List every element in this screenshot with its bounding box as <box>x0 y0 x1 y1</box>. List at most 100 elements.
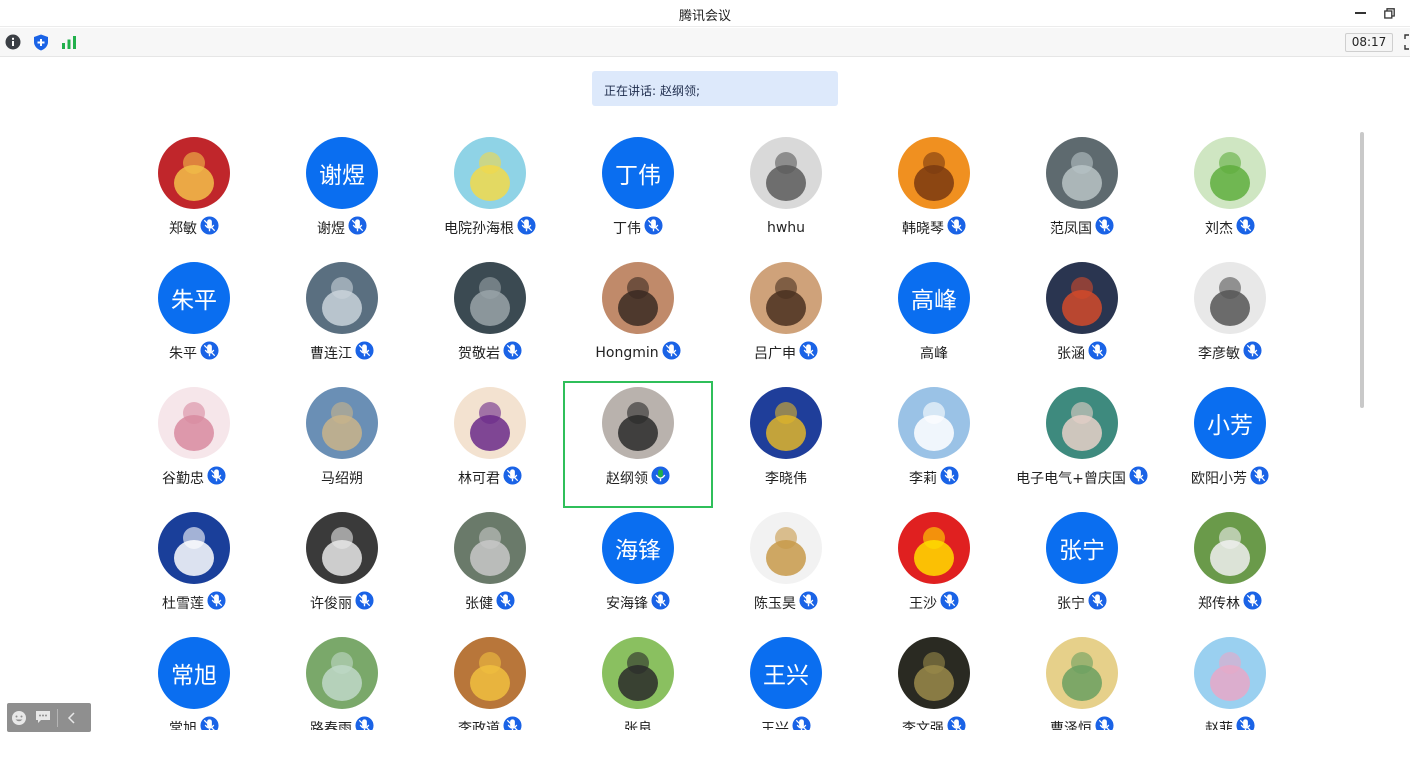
participant-name: 李政道 <box>458 721 500 730</box>
participant-tile[interactable]: 王兴 王兴 <box>712 632 860 730</box>
participant-tile[interactable]: 高峰 高峰 <box>860 257 1008 382</box>
participant-tile[interactable]: 张良 <box>564 632 712 730</box>
participant-name: hwhu <box>766 220 806 236</box>
participant-tile[interactable]: 常旭 常旭 <box>120 632 268 730</box>
participant-tile[interactable]: 贺敬岩 <box>416 257 564 382</box>
participant-tile[interactable]: 谷勤忠 <box>120 382 268 507</box>
participant-tile[interactable]: 丁伟 丁伟 <box>564 132 712 257</box>
fullscreen-button[interactable] <box>1404 34 1410 50</box>
mic-muted-icon <box>1095 215 1114 235</box>
participant-avatar <box>1046 137 1118 209</box>
mic-muted-icon <box>503 465 522 485</box>
avatar-photo-icon <box>750 512 822 584</box>
participant-tile[interactable]: 郑敏 <box>120 132 268 257</box>
emoji-icon <box>12 710 26 725</box>
participant-tile[interactable]: 韩晓琴 <box>860 132 1008 257</box>
participant-tile[interactable]: 朱平 朱平 <box>120 257 268 382</box>
participant-tile[interactable]: 李晓伟 <box>712 382 860 507</box>
participant-name-row: 安海锋 <box>564 590 712 613</box>
avatar-initials: 张宁 <box>1059 538 1105 564</box>
participant-name-row: 曹连江 <box>268 340 416 363</box>
participant-name: 张良 <box>624 721 652 730</box>
participant-tile[interactable]: 赵菲 <box>1156 632 1300 730</box>
participant-name-row: 张涵 <box>1008 340 1156 363</box>
participant-tile[interactable]: 曹连江 <box>268 257 416 382</box>
participant-tile[interactable]: 电院孙海根 <box>416 132 564 257</box>
avatar-photo-icon <box>1046 137 1118 209</box>
avatar-photo-icon <box>306 262 378 334</box>
avatar-photo-icon <box>1194 262 1266 334</box>
participant-name: 许俊丽 <box>310 596 352 612</box>
participant-tile[interactable]: 张宁 张宁 <box>1008 507 1156 632</box>
participant-tile[interactable]: 小芳 欧阳小芳 <box>1156 382 1300 507</box>
participant-tile[interactable]: 李政道 <box>416 632 564 730</box>
floating-controls <box>7 703 91 732</box>
participant-tile[interactable]: hwhu <box>712 132 860 257</box>
participant-name-row: hwhu <box>712 218 860 238</box>
participant-name-row: 马绍朔 <box>268 468 416 488</box>
participant-tile[interactable]: 林可君 <box>416 382 564 507</box>
participant-tile[interactable]: 李彦敏 <box>1156 257 1300 382</box>
participant-name: 曹连江 <box>310 346 352 362</box>
participant-avatar: 高峰 <box>898 262 970 334</box>
participant-name-row: 电子电气+曾庆国 <box>1008 465 1156 488</box>
avatar-photo-icon <box>1194 137 1266 209</box>
participant-tile[interactable]: 范凤国 <box>1008 132 1156 257</box>
participant-tile[interactable]: 陈玉昊 <box>712 507 860 632</box>
participant-avatar <box>454 387 526 459</box>
participant-name-row: 刘杰 <box>1156 215 1300 238</box>
participant-tile[interactable]: 谢煜 谢煜 <box>268 132 416 257</box>
shield-icon <box>34 34 48 50</box>
participant-tile[interactable]: 曹泽恒 <box>1008 632 1156 730</box>
collapse-button[interactable] <box>60 703 84 732</box>
participant-tile[interactable]: 电子电气+曾庆国 <box>1008 382 1156 507</box>
participant-tile[interactable]: 刘杰 <box>1156 132 1300 257</box>
reaction-button[interactable] <box>7 703 31 732</box>
participant-tile[interactable]: 许俊丽 <box>268 507 416 632</box>
participant-tile[interactable]: Hongmin <box>564 257 712 382</box>
participant-tile[interactable]: 路春雨 <box>268 632 416 730</box>
participant-name-row: 谢煜 <box>268 215 416 238</box>
chat-button[interactable] <box>31 703 55 732</box>
mic-muted-icon <box>940 590 959 610</box>
participant-tile[interactable]: 张健 <box>416 507 564 632</box>
avatar-photo-icon <box>1194 512 1266 584</box>
minimize-button[interactable] <box>1349 3 1371 23</box>
participant-avatar <box>898 637 970 709</box>
participant-tile[interactable]: 吕广申 <box>712 257 860 382</box>
participant-avatar <box>602 387 674 459</box>
participant-name-row: 杜雪莲 <box>120 590 268 613</box>
participant-avatar <box>306 387 378 459</box>
participant-name: 林可君 <box>458 471 500 487</box>
mic-muted-icon <box>1250 465 1269 485</box>
participant-avatar <box>1046 637 1118 709</box>
participant-avatar <box>454 512 526 584</box>
signal-icon <box>62 36 76 49</box>
security-button[interactable] <box>32 33 50 51</box>
participant-avatar <box>1194 262 1266 334</box>
participant-name: 丁伟 <box>613 221 641 237</box>
restore-button[interactable] <box>1378 3 1400 23</box>
participant-tile[interactable]: 杜雪莲 <box>120 507 268 632</box>
minimize-icon <box>1354 12 1366 14</box>
participant-tile[interactable]: 张涵 <box>1008 257 1156 382</box>
participant-tile[interactable]: 李文强 <box>860 632 1008 730</box>
mic-muted-icon <box>517 215 536 235</box>
participant-name: 赵菲 <box>1205 721 1233 730</box>
participant-name: 张健 <box>465 596 493 612</box>
grid-scrollbar[interactable] <box>1360 132 1364 408</box>
participant-tile[interactable]: 海锋 安海锋 <box>564 507 712 632</box>
mic-muted-icon <box>200 715 219 730</box>
participant-tile[interactable]: 郑传林 <box>1156 507 1300 632</box>
avatar-photo-icon <box>158 387 230 459</box>
avatar-initials: 谢煜 <box>319 163 365 189</box>
participant-avatar <box>306 512 378 584</box>
network-button[interactable] <box>60 33 78 51</box>
participant-name: 吕广申 <box>754 346 796 362</box>
participant-tile[interactable]: 王沙 <box>860 507 1008 632</box>
participant-tile[interactable]: 李莉 <box>860 382 1008 507</box>
info-button[interactable] <box>4 33 22 51</box>
participant-tile[interactable]: 马绍朔 <box>268 382 416 507</box>
mic-muted-icon <box>503 715 522 730</box>
participant-tile[interactable]: 赵纲领 <box>563 381 713 508</box>
